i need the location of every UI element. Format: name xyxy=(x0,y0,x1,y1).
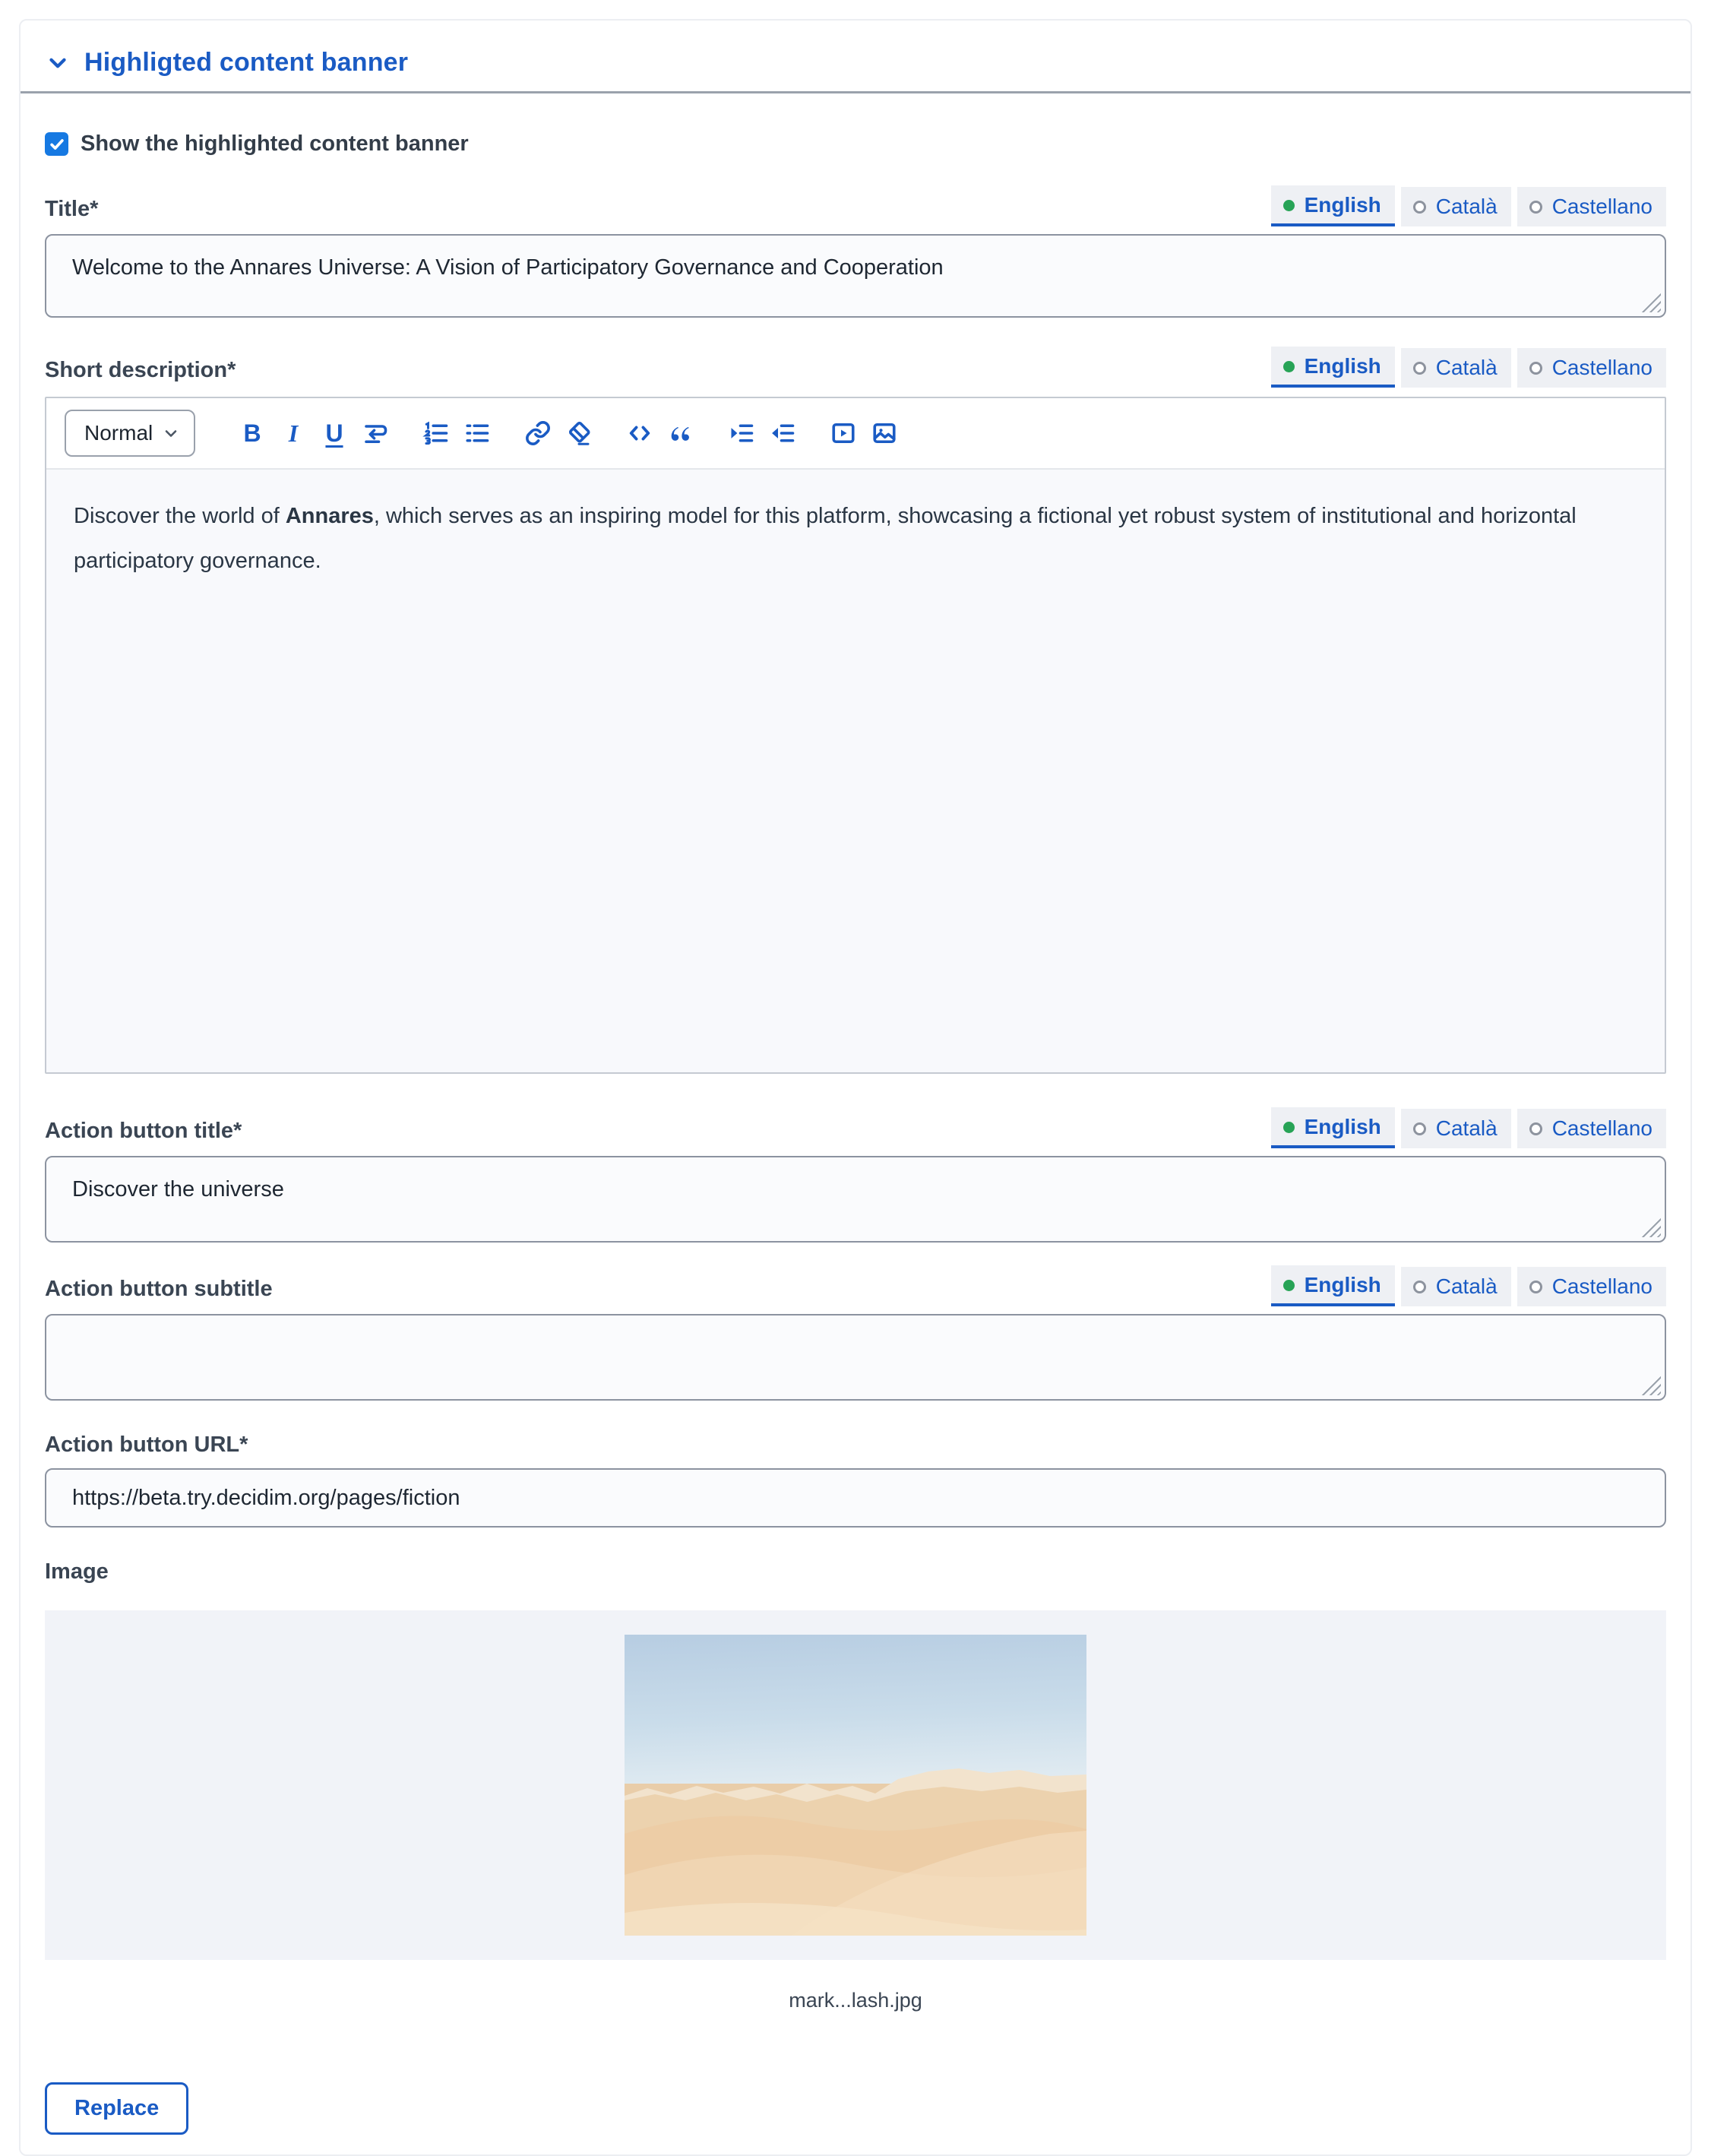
outdent-icon xyxy=(769,419,796,447)
inactive-language-circle-icon xyxy=(1413,362,1426,375)
section-divider xyxy=(21,91,1690,93)
action-button-url-input[interactable] xyxy=(45,1468,1666,1528)
language-tab-castellano[interactable]: Castellano xyxy=(1517,187,1666,226)
action-button-subtitle-textarea[interactable] xyxy=(45,1314,1666,1401)
editor-toolbar: Normal B I U xyxy=(46,398,1665,470)
indent-button[interactable] xyxy=(725,416,758,450)
photo-dunes xyxy=(625,1761,1086,1936)
section-title: Highligted content banner xyxy=(84,48,408,78)
inactive-language-circle-icon xyxy=(1529,201,1542,214)
active-language-dot-icon xyxy=(1283,1122,1295,1133)
inactive-language-circle-icon xyxy=(1529,362,1542,375)
active-language-dot-icon xyxy=(1283,361,1295,372)
language-tab-catala[interactable]: Català xyxy=(1401,1267,1511,1306)
show-banner-checkbox-row: Show the highlighted content banner xyxy=(45,131,1666,157)
language-tab-label: Castellano xyxy=(1552,195,1652,219)
replace-image-button[interactable]: Replace xyxy=(45,2082,188,2135)
language-tab-castellano[interactable]: Castellano xyxy=(1517,1267,1666,1306)
outdent-button[interactable] xyxy=(766,416,799,450)
editor-paragraph: Discover the world of Annares, which ser… xyxy=(74,494,1637,584)
inactive-language-circle-icon xyxy=(1529,1281,1542,1293)
video-icon xyxy=(830,419,857,447)
paragraph-style-select[interactable]: Normal xyxy=(65,410,195,457)
image-preview-box xyxy=(45,1610,1666,1960)
short-description-label: Short description* xyxy=(45,358,236,388)
blockquote-button[interactable] xyxy=(664,416,697,450)
inactive-language-circle-icon xyxy=(1413,1281,1426,1293)
show-banner-label: Show the highlighted content banner xyxy=(81,131,469,157)
active-language-dot-icon xyxy=(1283,200,1295,211)
erase-format-icon xyxy=(565,419,593,447)
chevron-down-icon xyxy=(162,424,180,442)
language-tab-label: English xyxy=(1305,354,1381,378)
language-tab-label: Català xyxy=(1436,195,1498,219)
language-tab-castellano[interactable]: Castellano xyxy=(1517,348,1666,388)
hard-break-button[interactable] xyxy=(359,416,392,450)
language-tab-catala[interactable]: Català xyxy=(1401,1109,1511,1148)
image-label: Image xyxy=(45,1559,1666,1585)
language-tab-label: Català xyxy=(1436,1274,1498,1299)
bold-button[interactable]: B xyxy=(236,416,269,450)
show-banner-checkbox[interactable] xyxy=(45,132,68,156)
insert-image-button[interactable] xyxy=(868,416,901,450)
language-tab-label: English xyxy=(1305,1115,1381,1139)
inactive-language-circle-icon xyxy=(1413,1122,1426,1135)
language-tabs-short-description: English Català Castellano xyxy=(1271,347,1666,388)
code-button[interactable] xyxy=(623,416,656,450)
language-tabs-action-title: English Català Castellano xyxy=(1271,1107,1666,1148)
video-embed-button[interactable] xyxy=(827,416,860,450)
ordered-list-icon xyxy=(422,419,450,447)
chevron-down-icon xyxy=(45,50,71,76)
erase-format-button[interactable] xyxy=(562,416,596,450)
link-button[interactable] xyxy=(521,416,555,450)
bullet-list-icon xyxy=(463,419,491,447)
active-language-dot-icon xyxy=(1283,1280,1295,1291)
language-tab-english[interactable]: English xyxy=(1271,1107,1395,1148)
language-tab-catala[interactable]: Català xyxy=(1401,187,1511,226)
indent-icon xyxy=(728,419,755,447)
language-tab-catala[interactable]: Català xyxy=(1401,348,1511,388)
action-button-title-textarea[interactable]: Discover the universe xyxy=(45,1156,1666,1243)
underline-icon: U xyxy=(325,419,343,448)
title-label: Title* xyxy=(45,197,98,226)
bold-text: Annares xyxy=(286,504,374,528)
language-tab-label: Català xyxy=(1436,356,1498,380)
language-tabs-title: English Català Castellano xyxy=(1271,185,1666,226)
bold-icon: B xyxy=(243,419,261,448)
action-button-subtitle-label: Action button subtitle xyxy=(45,1277,273,1306)
language-tab-english[interactable]: English xyxy=(1271,347,1395,388)
title-textarea[interactable]: Welcome to the Annares Universe: A Visio… xyxy=(45,234,1666,318)
blockquote-icon xyxy=(667,419,694,447)
paragraph-style-value: Normal xyxy=(84,421,153,445)
hard-break-icon xyxy=(362,419,389,447)
language-tab-label: Castellano xyxy=(1552,1116,1652,1141)
language-tab-label: English xyxy=(1305,1273,1381,1297)
image-icon xyxy=(871,419,898,447)
language-tabs-action-subtitle: English Català Castellano xyxy=(1271,1265,1666,1306)
editor-content-area[interactable]: Discover the world of Annares, which ser… xyxy=(46,470,1665,1072)
link-icon xyxy=(524,419,552,447)
bullet-list-button[interactable] xyxy=(460,416,494,450)
image-filename: mark...lash.jpg xyxy=(45,1989,1666,2012)
code-icon xyxy=(626,419,653,447)
language-tab-castellano[interactable]: Castellano xyxy=(1517,1109,1666,1148)
action-button-title-label: Action button title* xyxy=(45,1119,242,1148)
italic-button[interactable]: I xyxy=(277,416,310,450)
ordered-list-button[interactable] xyxy=(419,416,453,450)
language-tab-label: Català xyxy=(1436,1116,1498,1141)
language-tab-english[interactable]: English xyxy=(1271,1265,1395,1306)
language-tab-label: Castellano xyxy=(1552,356,1652,380)
inactive-language-circle-icon xyxy=(1413,201,1426,214)
highlighted-content-banner-panel: Highligted content banner Show the highl… xyxy=(19,19,1692,2156)
inactive-language-circle-icon xyxy=(1529,1122,1542,1135)
italic-icon: I xyxy=(289,419,298,448)
language-tab-english[interactable]: English xyxy=(1271,185,1395,226)
section-header-toggle[interactable]: Highligted content banner xyxy=(45,48,1666,78)
rich-text-editor: Normal B I U xyxy=(45,397,1666,1074)
banner-image-preview xyxy=(625,1635,1086,1936)
language-tab-label: Castellano xyxy=(1552,1274,1652,1299)
action-button-url-label: Action button URL* xyxy=(45,1433,1666,1458)
underline-button[interactable]: U xyxy=(318,416,351,450)
language-tab-label: English xyxy=(1305,193,1381,217)
